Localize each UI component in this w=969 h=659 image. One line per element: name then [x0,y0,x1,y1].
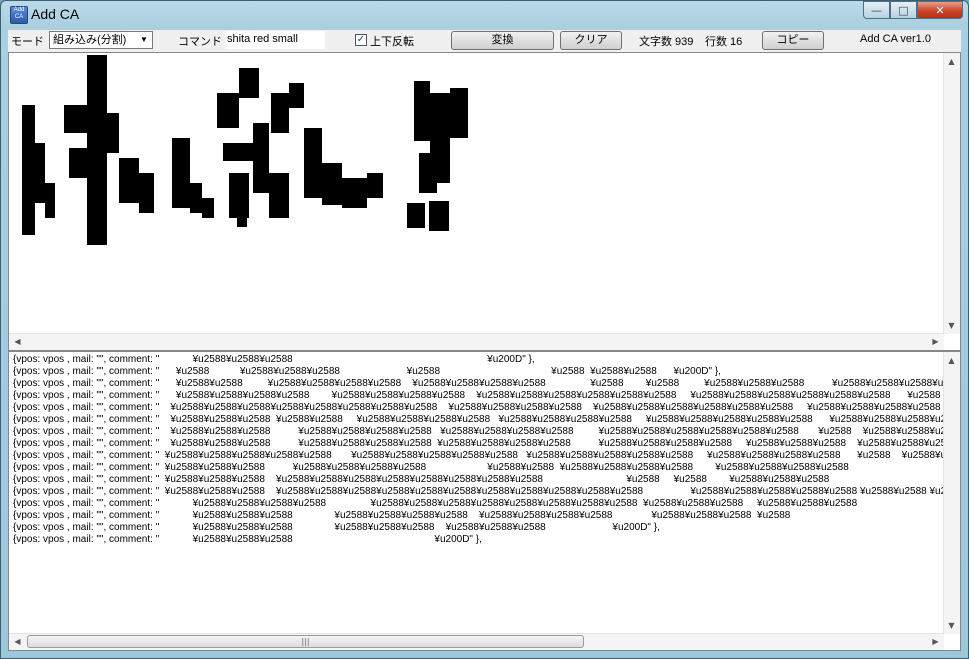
minimize-button[interactable]: — [863,1,890,19]
scroll-down-icon[interactable]: ▼ [943,617,960,634]
char-count: 文字数 939 [639,36,694,48]
mode-select-value: 組み込み(分割) [53,34,127,46]
output-line: {vpos: vpos , mail: "", comment: " ¥u258… [13,474,830,485]
app-window: Add CA Add CA — □ ✕ モード 組み込み(分割) ▼ コマンド … [0,0,969,659]
output-line: {vpos: vpos , mail: "", comment: " ¥u258… [13,366,721,377]
scroll-up-icon[interactable]: ▲ [943,53,960,70]
clear-button[interactable]: クリア [560,31,622,50]
output-line: {vpos: vpos , mail: "", comment: " ¥u258… [13,414,961,425]
version-label: Add CA ver1.0 [860,33,931,45]
window-title: Add CA [31,6,80,22]
horizontal-scroll-thumb[interactable]: ||| [27,635,584,648]
output-text: {vpos: vpos , mail: "", comment: " ¥u258… [13,354,961,546]
scroll-up-icon[interactable]: ▲ [943,352,960,369]
output-line: {vpos: vpos , mail: "", comment: " ¥u258… [13,426,961,437]
window-controls: — □ ✕ [863,1,963,20]
command-input[interactable]: shita red small [225,31,325,49]
output-line: {vpos: vpos , mail: "", comment: " ¥u258… [13,378,961,389]
output-line: {vpos: vpos , mail: "", comment: " ¥u258… [13,402,960,413]
mode-label: モード [11,36,44,48]
mode-select[interactable]: 組み込み(分割) ▼ [49,31,153,49]
pixel-art-glyphs [22,55,468,245]
copy-button[interactable]: コピー [762,31,824,50]
output-line: {vpos: vpos , mail: "", comment: " ¥u258… [13,462,849,473]
maximize-button[interactable]: □ [890,1,917,19]
title-bar[interactable]: Add CA Add CA — □ ✕ [1,1,968,30]
pixel-art-preview [22,55,468,245]
scroll-right-icon[interactable]: ▶ [927,633,944,650]
toolbar: モード 組み込み(分割) ▼ コマンド shita red small ✓ 上下… [8,30,961,52]
preview-horizontal-scrollbar[interactable]: ◀ ▶ [9,333,944,350]
scroll-left-icon[interactable]: ◀ [9,333,26,350]
output-line: {vpos: vpos , mail: "", comment: " ¥u258… [13,522,660,533]
output-horizontal-scrollbar[interactable]: ◀ ||| ▶ [9,633,944,650]
close-button[interactable]: ✕ [917,1,963,19]
output-line: {vpos: vpos , mail: "", comment: " ¥u258… [13,450,960,461]
app-icon: Add CA [10,6,28,24]
output-line: {vpos: vpos , mail: "", comment: " ¥u258… [13,390,961,401]
output-line: {vpos: vpos , mail: "", comment: " ¥u258… [13,486,961,497]
convert-button[interactable]: 変換 [451,31,554,50]
preview-pane[interactable]: ▲ ▼ ◀ ▶ [8,52,961,351]
output-vertical-scrollbar[interactable]: ▲ ▼ [943,352,960,634]
scroll-down-icon[interactable]: ▼ [943,317,960,334]
output-line: {vpos: vpos , mail: "", comment: " ¥u258… [13,354,535,365]
output-line: {vpos: vpos , mail: "", comment: " ¥u258… [13,438,961,449]
output-line: {vpos: vpos , mail: "", comment: " ¥u258… [13,510,791,521]
flip-checkbox[interactable]: ✓ [355,34,367,46]
scroll-left-icon[interactable]: ◀ [9,633,26,650]
scroll-right-icon[interactable]: ▶ [927,333,944,350]
output-textarea[interactable]: {vpos: vpos , mail: "", comment: " ¥u258… [8,351,961,651]
line-count: 行数 16 [705,36,743,48]
preview-vertical-scrollbar[interactable]: ▲ ▼ [943,53,960,334]
command-label: コマンド [178,36,222,48]
flip-label: 上下反転 [370,36,414,48]
chevron-down-icon: ▼ [140,35,148,44]
output-line: {vpos: vpos , mail: "", comment: " ¥u258… [13,534,482,545]
output-line: {vpos: vpos , mail: "", comment: " ¥u258… [13,498,858,509]
